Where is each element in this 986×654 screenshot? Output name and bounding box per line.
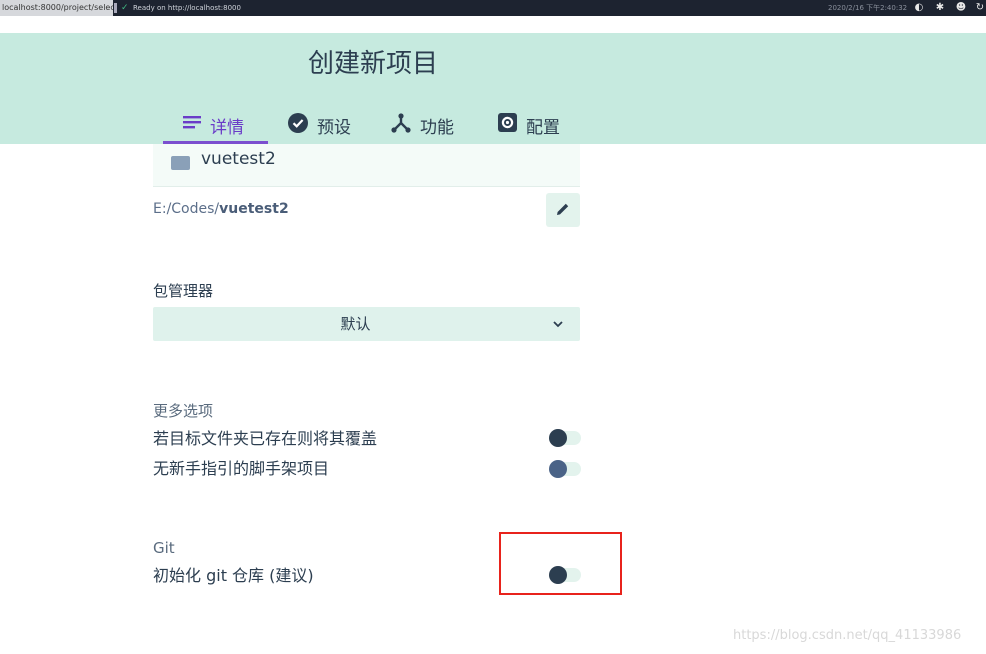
status-text: Ready on http://localhost:8000 bbox=[133, 4, 241, 12]
fork-icon bbox=[391, 112, 411, 138]
tab-presets[interactable]: 预设 bbox=[288, 106, 351, 144]
people-icon[interactable]: ☻ bbox=[955, 2, 967, 14]
project-folder-field[interactable]: vuetest2 bbox=[153, 144, 580, 187]
page-title: 创建新项目 bbox=[308, 49, 439, 79]
project-path: E:/Codes/vuetest2 bbox=[153, 199, 289, 219]
bare-scaffold-option-label: 无新手指引的脚手架项目 bbox=[153, 459, 330, 478]
git-section-label: Git bbox=[153, 539, 175, 557]
overwrite-option-label: 若目标文件夹已存在则将其覆盖 bbox=[153, 429, 378, 448]
list-icon bbox=[183, 115, 201, 135]
highlight-box bbox=[499, 532, 622, 595]
tab-details-label: 详情 bbox=[210, 117, 244, 138]
package-manager-value: 默认 bbox=[340, 315, 371, 333]
tab-config[interactable]: 配置 bbox=[498, 106, 560, 144]
refresh-icon[interactable]: ↻ bbox=[974, 2, 986, 14]
gear-icon bbox=[498, 113, 517, 137]
package-manager-label: 包管理器 bbox=[153, 282, 214, 300]
tab-config-label: 配置 bbox=[526, 117, 560, 138]
toggle-knob bbox=[549, 429, 567, 447]
watermark: https://blog.csdn.net/qq_41133986 bbox=[733, 628, 962, 643]
tab-presets-label: 预设 bbox=[317, 117, 351, 138]
ready-check-icon: ✓ bbox=[121, 3, 129, 13]
package-manager-select[interactable]: 默认 bbox=[153, 307, 580, 341]
check-circle-icon bbox=[288, 112, 308, 138]
init-git-option-label: 初始化 git 仓库 (建议) bbox=[153, 566, 314, 585]
address-bar-separator bbox=[114, 3, 117, 13]
tab-features-label: 功能 bbox=[420, 117, 454, 138]
overwrite-toggle[interactable] bbox=[549, 429, 581, 447]
more-options-label: 更多选项 bbox=[153, 402, 214, 420]
page-header bbox=[0, 33, 986, 144]
tab-features[interactable]: 功能 bbox=[391, 106, 454, 144]
bug-icon[interactable]: ✱ bbox=[934, 2, 946, 14]
contrast-icon[interactable]: ◐ bbox=[913, 2, 925, 14]
tab-details[interactable]: 详情 bbox=[183, 106, 244, 144]
pencil-icon bbox=[556, 201, 570, 220]
chevron-down-icon bbox=[551, 315, 565, 333]
bare-scaffold-toggle[interactable] bbox=[549, 460, 581, 478]
edit-path-button[interactable] bbox=[546, 193, 580, 227]
project-folder-name: vuetest2 bbox=[201, 149, 276, 169]
address-bar[interactable]: localhost:8000/project/select bbox=[0, 0, 113, 16]
project-path-prefix: E:/Codes/ bbox=[153, 201, 220, 217]
toggle-knob bbox=[549, 460, 567, 478]
clock-text: 2020/2/16 下午2:40:32 bbox=[828, 4, 908, 12]
folder-icon bbox=[171, 156, 190, 170]
project-path-name: vuetest2 bbox=[219, 201, 289, 217]
